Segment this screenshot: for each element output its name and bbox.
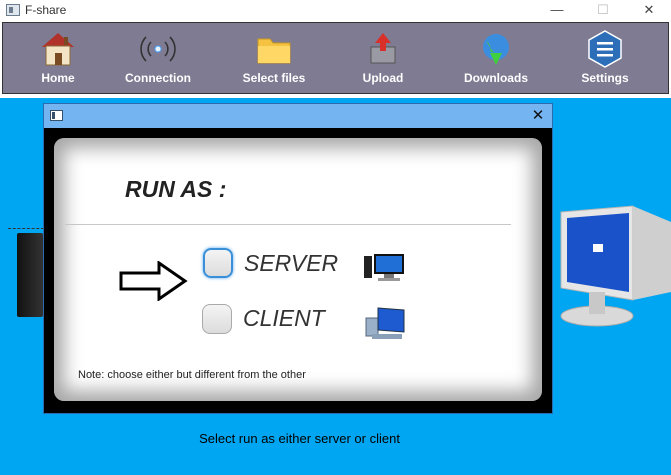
home-icon bbox=[42, 33, 74, 66]
status-message: Select run as either server or client bbox=[199, 431, 400, 446]
client-radio[interactable] bbox=[202, 304, 232, 334]
toolbar-home[interactable]: Home bbox=[8, 25, 108, 91]
app-icon bbox=[6, 4, 20, 16]
pc-tower-icon bbox=[17, 233, 43, 317]
downloads-globe-icon bbox=[483, 34, 509, 65]
run-as-heading: RUN AS : bbox=[125, 176, 227, 202]
dialog-app-icon bbox=[50, 110, 63, 121]
toolbar-select-files-label: Select files bbox=[242, 71, 306, 85]
folder-icon bbox=[257, 38, 291, 64]
upload-icon bbox=[370, 33, 396, 64]
server-radio[interactable] bbox=[203, 248, 233, 278]
dialog-title-bar: ✕ bbox=[44, 104, 552, 128]
client-computer-icon bbox=[365, 307, 405, 339]
title-bar: F-share — ☐ ✕ bbox=[0, 0, 671, 22]
toolbar-settings-label: Settings bbox=[581, 71, 629, 85]
dialog-close-button[interactable]: ✕ bbox=[528, 106, 548, 126]
settings-icon bbox=[588, 30, 622, 68]
maximize-button[interactable]: ☐ bbox=[580, 0, 626, 22]
monitor-icon bbox=[560, 205, 671, 327]
toolbar-select-files[interactable]: Select files bbox=[224, 25, 324, 91]
note-text: Note: choose either but different from t… bbox=[78, 369, 306, 381]
server-label[interactable]: SERVER bbox=[244, 250, 338, 277]
toolbar-home-label: Home bbox=[41, 71, 75, 85]
minimize-button[interactable]: — bbox=[534, 0, 580, 22]
dialog-divider bbox=[65, 224, 511, 225]
toolbar-downloads[interactable]: Downloads bbox=[446, 25, 546, 91]
run-as-dialog: ✕ RUN AS : SERVER CLIENT Note: choose ei… bbox=[43, 103, 553, 414]
toolbar-connection[interactable]: Connection bbox=[108, 25, 208, 91]
toolbar-connection-label: Connection bbox=[125, 71, 191, 85]
window-title: F-share bbox=[25, 3, 67, 17]
server-computer-icon bbox=[364, 254, 404, 281]
toolbar-upload[interactable]: Upload bbox=[333, 25, 433, 91]
toolbar-upload-label: Upload bbox=[362, 71, 404, 85]
arrow-right-icon bbox=[119, 261, 188, 301]
divider bbox=[8, 228, 44, 229]
toolbar-settings[interactable]: Settings bbox=[555, 25, 655, 91]
client-label[interactable]: CLIENT bbox=[243, 305, 325, 332]
connection-icon bbox=[140, 36, 176, 62]
toolbar-downloads-label: Downloads bbox=[463, 71, 528, 85]
close-button[interactable]: ✕ bbox=[626, 0, 671, 22]
main-toolbar: Home Connection Select files Upload Down… bbox=[2, 22, 669, 94]
dialog-panel: RUN AS : SERVER CLIENT Note: choose eith… bbox=[54, 138, 542, 401]
